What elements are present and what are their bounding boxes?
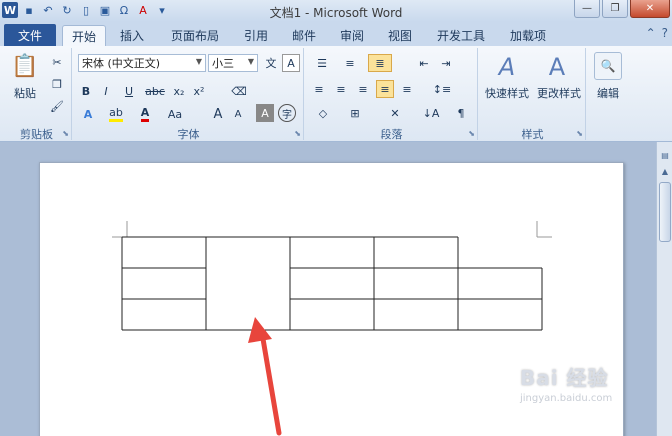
font-color-icon[interactable]: A xyxy=(134,104,156,124)
enclose-char-icon[interactable]: 字 xyxy=(278,104,296,122)
paragraph-launcher-icon[interactable]: ⬊ xyxy=(468,129,475,138)
tab-file[interactable]: 文件 xyxy=(4,24,56,46)
title-bar: W ▪ ↶ ↻ ▯ ▣ Ω A ▾ 文档1 - Microsoft Word —… xyxy=(0,0,672,22)
decrease-indent-icon[interactable]: ⇤ xyxy=(414,54,434,72)
font-size-select[interactable]: 小三 ▼ xyxy=(208,54,258,72)
borders-icon[interactable]: ⊞ xyxy=(342,104,368,122)
font-group: 宋体 (中文正文) ▼ 小三 ▼ 文 A B I U abc x₂ x² ⌫ A… xyxy=(74,48,304,141)
tab-home[interactable]: 开始 xyxy=(62,25,106,46)
char-border-icon[interactable]: A xyxy=(282,54,300,72)
clipboard-group: 📋 粘贴 ✂ ❐ 🖌 剪贴板 ⬊ xyxy=(2,48,72,141)
clear-format-icon[interactable]: ⌫ xyxy=(230,82,248,100)
baidu-watermark: Bai 经验 jingyan.baidu.com xyxy=(520,362,640,422)
tab-review[interactable]: 审阅 xyxy=(330,25,374,46)
quick-styles-icon[interactable]: A xyxy=(490,52,524,82)
paste-icon[interactable]: 📋 xyxy=(10,52,40,82)
justify-icon[interactable]: ≡ xyxy=(376,80,394,98)
paragraph-group-label: 段落 xyxy=(380,128,403,141)
editing-group: 🔍 编辑 xyxy=(588,48,628,140)
format-painter-icon[interactable]: 🖌 xyxy=(48,98,66,114)
quick-styles-button[interactable]: 快速样式 xyxy=(480,86,534,100)
minimize-button[interactable]: — xyxy=(574,0,600,18)
paragraph-group: ☰ ≡ ≣ ⇤ ⇥ ≡ ≡ ≡ ≡ ≡ ↕≡ ◇ ⊞ ✕ ↓A ¶ 段落 ⬊ xyxy=(306,48,478,141)
tab-page-layout[interactable]: 页面布局 xyxy=(160,25,230,46)
paste-button[interactable]: 粘贴 xyxy=(6,86,44,100)
change-styles-button[interactable]: 更改样式 xyxy=(532,86,586,100)
tab-view[interactable]: 视图 xyxy=(378,25,422,46)
distributed-icon[interactable]: ≡ xyxy=(398,80,416,98)
change-case-icon[interactable]: Aa xyxy=(162,104,188,124)
cut-icon[interactable]: ✂ xyxy=(48,54,66,70)
tab-mailings[interactable]: 邮件 xyxy=(282,25,326,46)
align-left-icon[interactable]: ≡ xyxy=(310,80,328,98)
ruler-toggle-icon[interactable]: ▤ xyxy=(659,148,671,162)
window-controls: — ❐ ✕ xyxy=(574,0,670,18)
help-icon[interactable]: ? xyxy=(662,26,668,40)
italic-icon[interactable]: I xyxy=(98,82,114,100)
close-button[interactable]: ✕ xyxy=(630,0,670,18)
tab-developer[interactable]: 开发工具 xyxy=(428,25,494,46)
watermark-line1: Bai 经验 xyxy=(520,366,609,390)
text-effects-icon[interactable]: A xyxy=(78,104,98,124)
strikethrough-icon[interactable]: abc xyxy=(144,82,166,100)
clipboard-group-label: 剪贴板 xyxy=(20,128,53,141)
table[interactable] xyxy=(121,236,543,331)
ribbon-tab-bar: 文件 开始 插入 页面布局 引用 邮件 审阅 视图 开发工具 加载项 ⌃ ? xyxy=(0,22,672,46)
chevron-down-icon: ▼ xyxy=(195,57,202,66)
scrollbar-thumb[interactable] xyxy=(659,182,671,242)
bold-icon[interactable]: B xyxy=(78,82,94,100)
phonetic-guide-icon[interactable]: 文 xyxy=(262,54,280,72)
font-launcher-icon[interactable]: ⬊ xyxy=(294,129,301,138)
underline-icon[interactable]: U xyxy=(118,82,140,100)
red-arrow-icon xyxy=(248,317,282,436)
change-styles-icon[interactable]: A xyxy=(540,52,574,82)
multilevel-list-icon[interactable]: ≣ xyxy=(368,54,392,72)
sort-icon[interactable]: ↓A xyxy=(420,104,442,122)
highlight-icon[interactable]: ab xyxy=(104,104,128,124)
styles-group: A 快速样式 A 更改样式 样式 ⬊ xyxy=(480,48,586,141)
tab-insert[interactable]: 插入 xyxy=(110,25,154,46)
styles-group-label: 样式 xyxy=(521,128,544,141)
show-marks-icon[interactable]: ¶ xyxy=(452,104,470,122)
line-spacing-icon[interactable]: ↕≡ xyxy=(430,80,454,98)
subscript-icon[interactable]: x₂ xyxy=(170,82,188,100)
shading-icon[interactable]: ◇ xyxy=(310,104,336,122)
increase-indent-icon[interactable]: ⇥ xyxy=(436,54,456,72)
bullets-icon[interactable]: ☰ xyxy=(310,54,334,72)
tab-references[interactable]: 引用 xyxy=(234,25,278,46)
chinese-layout-icon[interactable]: ✕ xyxy=(382,104,408,122)
restore-button[interactable]: ❐ xyxy=(602,0,628,18)
window-title: 文档1 - Microsoft Word xyxy=(269,6,403,20)
font-name-select[interactable]: 宋体 (中文正文) ▼ xyxy=(78,54,206,72)
tab-add-ins[interactable]: 加载项 xyxy=(500,25,556,46)
numbering-icon[interactable]: ≡ xyxy=(338,54,362,72)
grow-font-icon[interactable]: A xyxy=(208,104,228,124)
watermark-line2: jingyan.baidu.com xyxy=(520,393,613,404)
copy-icon[interactable]: ❐ xyxy=(48,76,66,92)
align-right-icon[interactable]: ≡ xyxy=(354,80,372,98)
clipboard-launcher-icon[interactable]: ⬊ xyxy=(62,129,69,138)
vertical-scrollbar[interactable]: ▤ ▲ xyxy=(656,142,672,436)
align-center-icon[interactable]: ≡ xyxy=(332,80,350,98)
shrink-font-icon[interactable]: A xyxy=(228,104,248,124)
ribbon-right-icons: ⌃ ? xyxy=(646,26,668,40)
styles-launcher-icon[interactable]: ⬊ xyxy=(576,129,583,138)
minimize-ribbon-icon[interactable]: ⌃ xyxy=(646,26,656,40)
chevron-down-icon: ▼ xyxy=(247,57,254,66)
font-size-value: 小三 xyxy=(212,57,234,70)
font-name-value: 宋体 (中文正文) xyxy=(82,57,161,70)
find-icon[interactable]: 🔍 xyxy=(594,52,622,80)
editing-button[interactable]: 编辑 xyxy=(588,86,628,100)
scroll-up-icon[interactable]: ▲ xyxy=(659,164,671,178)
char-shading-icon[interactable]: A xyxy=(256,104,274,122)
ribbon: 📋 粘贴 ✂ ❐ 🖌 剪贴板 ⬊ 宋体 (中文正文) ▼ 小三 ▼ 文 A B … xyxy=(0,46,672,142)
font-group-label: 字体 xyxy=(177,128,200,141)
superscript-icon[interactable]: x² xyxy=(190,82,208,100)
